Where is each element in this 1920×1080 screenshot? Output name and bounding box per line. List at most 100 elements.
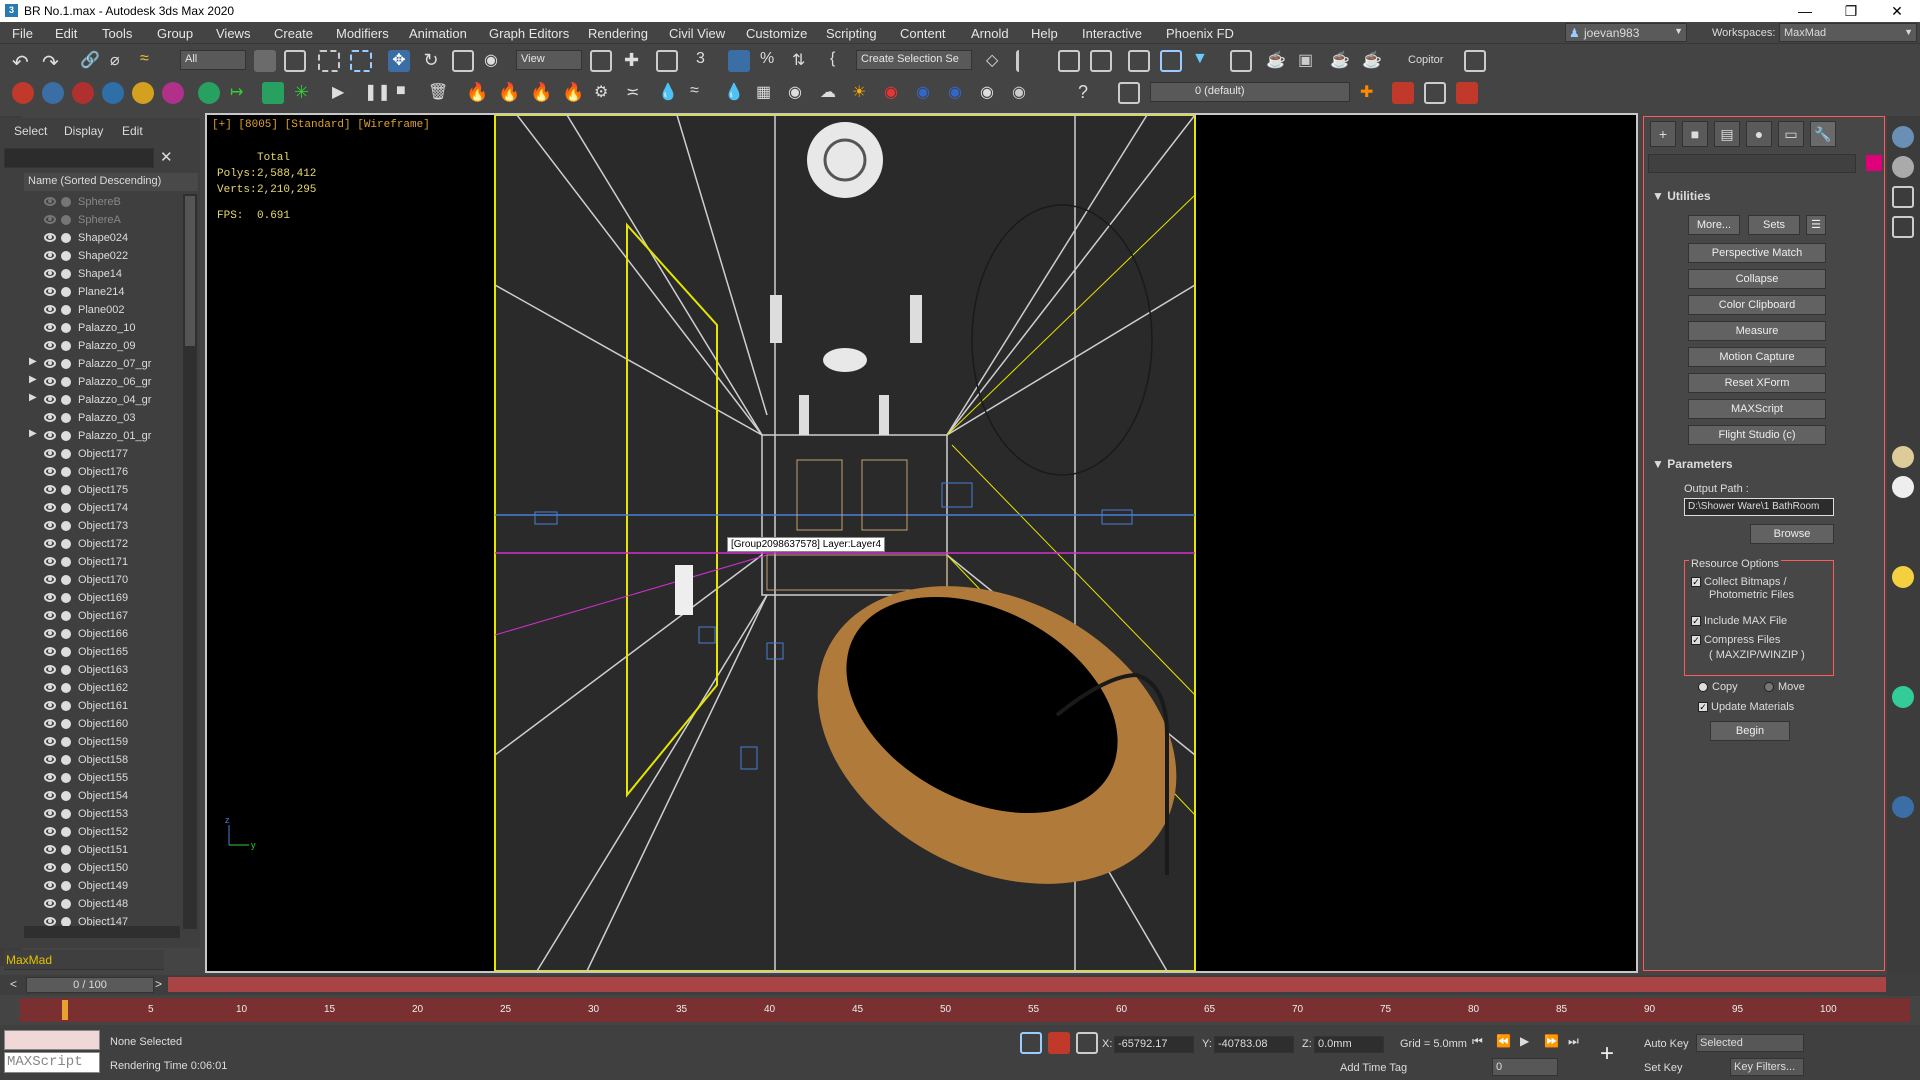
name-column-header[interactable]: Name (Sorted Descending) bbox=[24, 173, 198, 191]
menu-content[interactable]: Content bbox=[900, 26, 946, 41]
current-frame-field[interactable]: 0 bbox=[1492, 1058, 1558, 1076]
create-tab-icon[interactable]: + bbox=[1650, 121, 1676, 147]
scene-object-row[interactable]: ▶ Palazzo_04_gr bbox=[24, 392, 180, 410]
liquid-wave-icon[interactable]: ◉ bbox=[948, 82, 970, 104]
move-icon[interactable]: ✥ bbox=[388, 50, 410, 72]
freeze-dot-icon[interactable] bbox=[61, 233, 71, 243]
visibility-eye-icon[interactable] bbox=[44, 881, 56, 890]
scene-search-input[interactable] bbox=[4, 148, 154, 168]
menu-graph-editors[interactable]: Graph Editors bbox=[489, 26, 569, 41]
expand-arrow-icon[interactable]: ▶ bbox=[29, 356, 37, 367]
visibility-eye-icon[interactable] bbox=[44, 395, 56, 404]
menu-edit[interactable]: Edit bbox=[55, 26, 77, 41]
green-star-icon[interactable]: ✳ bbox=[294, 82, 316, 104]
scene-object-row[interactable]: Object163 bbox=[24, 662, 180, 680]
freeze-dot-icon[interactable] bbox=[61, 683, 71, 693]
visibility-eye-icon[interactable] bbox=[44, 539, 56, 548]
add-time-tag[interactable]: Add Time Tag bbox=[1340, 1062, 1407, 1074]
scene-object-row[interactable]: Object171 bbox=[24, 554, 180, 572]
time-slider-track[interactable] bbox=[168, 977, 1886, 992]
trash-icon[interactable]: 🗑 bbox=[428, 82, 450, 104]
close-button[interactable]: ✕ bbox=[1874, 0, 1920, 22]
liquid-tank-icon[interactable]: ▦ bbox=[756, 82, 778, 104]
menu-views[interactable]: Views bbox=[216, 26, 250, 41]
green-box-icon[interactable] bbox=[262, 82, 284, 104]
workspace-dropdown[interactable]: MaxMad ▼ bbox=[1779, 23, 1917, 42]
globe-icon[interactable] bbox=[1892, 796, 1914, 818]
scale-icon[interactable] bbox=[452, 50, 474, 72]
object-paint-icon[interactable] bbox=[12, 82, 34, 104]
visibility-eye-icon[interactable] bbox=[44, 413, 56, 422]
time-slider[interactable]: 0 / 100 bbox=[26, 977, 154, 993]
visibility-eye-icon[interactable] bbox=[44, 377, 56, 386]
visibility-eye-icon[interactable] bbox=[44, 287, 56, 296]
freeze-dot-icon[interactable] bbox=[61, 323, 71, 333]
align-icon[interactable] bbox=[1016, 50, 1038, 72]
help-icon[interactable]: ? bbox=[1078, 82, 1100, 104]
menu-rendering[interactable]: Rendering bbox=[588, 26, 648, 41]
percent-snap-icon[interactable]: % bbox=[760, 50, 782, 72]
freeze-dot-icon[interactable] bbox=[61, 503, 71, 513]
menu-group[interactable]: Group bbox=[157, 26, 193, 41]
render-production-icon[interactable]: ☕ bbox=[1330, 50, 1352, 72]
visibility-eye-icon[interactable] bbox=[44, 269, 56, 278]
phoenix-smoke-icon[interactable]: 🔥 bbox=[498, 82, 520, 104]
clear-search-icon[interactable]: ✕ bbox=[160, 148, 173, 166]
select-manipulate-icon[interactable]: ✚ bbox=[624, 50, 646, 72]
z-coordinate-field[interactable]: 0.0mm bbox=[1314, 1036, 1384, 1053]
scene-object-row[interactable]: Object154 bbox=[24, 788, 180, 806]
freeze-dot-icon[interactable] bbox=[61, 197, 71, 207]
utility-button[interactable]: MAXScript bbox=[1688, 399, 1826, 419]
visibility-eye-icon[interactable] bbox=[44, 485, 56, 494]
liquid-blue-icon[interactable]: ◉ bbox=[916, 82, 938, 104]
output-path-input[interactable]: D:\Shower Ware\1 BathRoom bbox=[1684, 498, 1834, 516]
scene-object-row[interactable]: Object162 bbox=[24, 680, 180, 698]
menu-create[interactable]: Create bbox=[274, 26, 313, 41]
freeze-dot-icon[interactable] bbox=[61, 575, 71, 585]
visibility-eye-icon[interactable] bbox=[44, 305, 56, 314]
scene-object-row[interactable]: Palazzo_10 bbox=[24, 320, 180, 338]
x-coordinate-field[interactable]: -65792.17 bbox=[1114, 1036, 1194, 1053]
freeze-dot-icon[interactable] bbox=[61, 899, 71, 909]
keyboard-shortcut-icon[interactable] bbox=[656, 50, 678, 72]
visibility-eye-icon[interactable] bbox=[44, 701, 56, 710]
freeze-dot-icon[interactable] bbox=[61, 557, 71, 567]
isolate-selection-icon[interactable] bbox=[1020, 1032, 1042, 1054]
scene-object-row[interactable]: Object160 bbox=[24, 716, 180, 734]
set-key-button[interactable]: Set Key bbox=[1644, 1062, 1683, 1074]
set-key-plus-icon[interactable]: + bbox=[1600, 1040, 1622, 1067]
user-account-dropdown[interactable]: ♟ joevan983 ▼ bbox=[1565, 23, 1687, 42]
menu-scripting[interactable]: Scripting bbox=[826, 26, 877, 41]
liquid-glow-icon[interactable]: ☀ bbox=[852, 82, 874, 104]
utility-button[interactable]: Collapse bbox=[1688, 269, 1826, 289]
freeze-dot-icon[interactable] bbox=[61, 719, 71, 729]
perspective-viewport[interactable]: z y [+] [8005] [Standard] [Wireframe] To… bbox=[205, 113, 1638, 973]
go-to-end-icon[interactable]: ⏭ bbox=[1568, 1034, 1579, 1049]
more-button[interactable]: More... bbox=[1688, 215, 1740, 235]
liquid-red-icon[interactable]: ◉ bbox=[884, 82, 906, 104]
next-key-icon[interactable]: ⏩ bbox=[1544, 1034, 1559, 1048]
visibility-eye-icon[interactable] bbox=[44, 575, 56, 584]
scene-object-row[interactable]: SphereA bbox=[24, 212, 180, 230]
visibility-eye-icon[interactable] bbox=[44, 773, 56, 782]
compress-files-checkbox[interactable]: ✓ Compress Files bbox=[1691, 634, 1780, 646]
visibility-eye-icon[interactable] bbox=[44, 215, 56, 224]
freeze-dot-icon[interactable] bbox=[61, 539, 71, 549]
rotate-icon[interactable]: ↻ bbox=[420, 50, 442, 72]
freeze-dot-icon[interactable] bbox=[61, 737, 71, 747]
move-radio[interactable]: Move bbox=[1764, 681, 1805, 693]
visibility-eye-icon[interactable] bbox=[44, 341, 56, 350]
expand-arrow-icon[interactable]: ▶ bbox=[29, 428, 37, 439]
scene-object-row[interactable]: ▶ Palazzo_06_gr bbox=[24, 374, 180, 392]
scene-object-row[interactable]: Object177 bbox=[24, 446, 180, 464]
scene-object-row[interactable]: Object174 bbox=[24, 500, 180, 518]
schematic-view-icon[interactable] bbox=[1160, 50, 1182, 72]
copitor-label[interactable]: Copitor bbox=[1408, 54, 1443, 66]
menu-tools[interactable]: Tools bbox=[102, 26, 132, 41]
visibility-eye-icon[interactable] bbox=[44, 197, 56, 206]
freeze-dot-icon[interactable] bbox=[61, 611, 71, 621]
utility-button[interactable]: Flight Studio (c) bbox=[1688, 425, 1826, 445]
freeze-dot-icon[interactable] bbox=[61, 431, 71, 441]
scene-object-row[interactable]: Shape022 bbox=[24, 248, 180, 266]
yellow-gear-icon[interactable] bbox=[132, 82, 154, 104]
